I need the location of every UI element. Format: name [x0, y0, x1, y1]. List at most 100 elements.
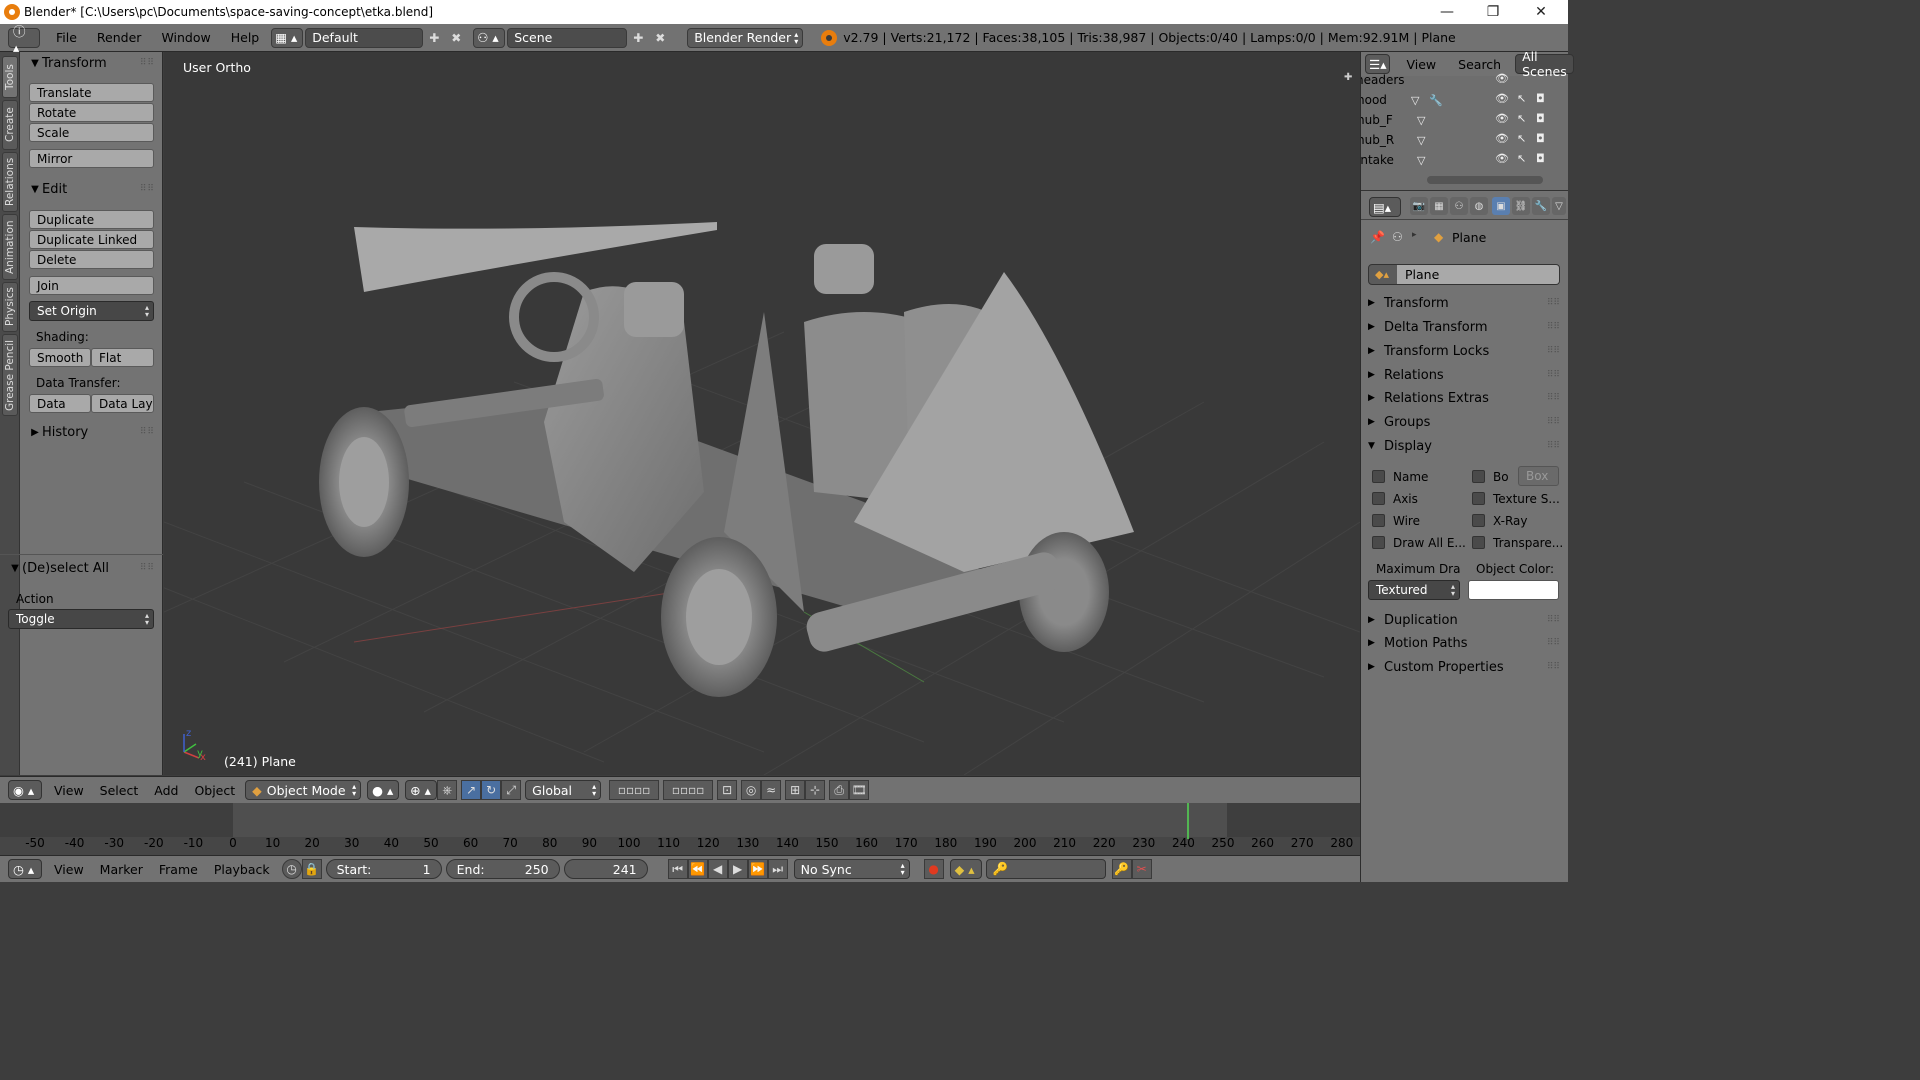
car-model[interactable]	[319, 222, 1134, 697]
menu-help[interactable]: Help	[221, 30, 270, 45]
drag-handle-icon[interactable]: ⠿⠿	[1547, 441, 1560, 451]
panel-transform-locks[interactable]: ▶ Transform Locks ⠿⠿	[1368, 340, 1562, 362]
modifiers-context-icon[interactable]: 🔧	[1532, 197, 1550, 215]
translate-button[interactable]: Translate	[29, 83, 154, 102]
operator-panel-header[interactable]: ▼ (De)select All ⠿⠿	[0, 557, 163, 579]
add-layout-icon[interactable]: ✚	[423, 28, 445, 48]
editor-type-3d-icon[interactable]: ◉ ▴	[8, 780, 42, 800]
menu-add[interactable]: Add	[146, 783, 186, 798]
tab-physics[interactable]: Physics	[2, 282, 18, 332]
viewport-canvas[interactable]: x y z	[164, 52, 1360, 775]
panel-edit-header[interactable]: ▼ Edit ⠿⠿	[20, 178, 163, 200]
remove-layout-icon[interactable]: ✖	[445, 28, 467, 48]
drag-handle-icon[interactable]: ⠿⠿	[1547, 322, 1560, 332]
render-context-icon[interactable]: 📷	[1410, 197, 1428, 215]
manipulator-toggle-icon[interactable]: ⎈	[437, 780, 458, 800]
display-name-checkbox[interactable]	[1372, 470, 1385, 483]
outliner-row[interactable]: headers	[1361, 70, 1561, 90]
play-icon[interactable]: ▶	[727, 859, 748, 879]
drag-handle-icon[interactable]: ⠿⠿	[1547, 370, 1560, 380]
menu-file[interactable]: File	[46, 30, 87, 45]
jump-end-icon[interactable]: ⏭	[767, 859, 788, 879]
panel-delta-transform[interactable]: ▶ Delta Transform ⠿⠿	[1368, 316, 1562, 338]
lock-camera-icon[interactable]: ⊡	[717, 780, 738, 800]
viewport-expand-icon[interactable]: ✚	[1344, 72, 1358, 86]
visibility-eye-icon[interactable]: 👁	[1495, 72, 1509, 85]
scale-manipulator-icon[interactable]: ⤢	[501, 780, 522, 800]
object-context-icon[interactable]: ▣	[1492, 197, 1510, 215]
maximum-draw-type-dropdown[interactable]: Textured ▴ ▾	[1368, 580, 1460, 600]
duplicate-linked-button[interactable]: Duplicate Linked	[29, 230, 154, 249]
jump-start-icon[interactable]: ⏮	[667, 859, 688, 879]
pivot-point-icon[interactable]: ⊕ ▴	[405, 780, 438, 800]
display-axis-checkbox[interactable]	[1372, 492, 1385, 505]
maximize-button[interactable]: ❐	[1470, 0, 1516, 24]
menu-window[interactable]: Window	[151, 30, 220, 45]
end-frame-field[interactable]: End: 250	[445, 859, 560, 879]
remove-scene-icon[interactable]: ✖	[649, 28, 671, 48]
opengl-anim-icon[interactable]: 🎞	[849, 780, 870, 800]
visibility-eye-icon[interactable]: 👁	[1495, 132, 1509, 145]
smooth-button[interactable]: Smooth	[29, 348, 91, 367]
visibility-eye-icon[interactable]: 👁	[1495, 92, 1509, 105]
drag-handle-icon[interactable]: ⠿⠿	[1547, 638, 1560, 648]
display-transparency-checkbox[interactable]	[1472, 536, 1485, 549]
drag-handle-icon[interactable]: ⠿⠿	[140, 184, 155, 194]
duplicate-button[interactable]: Duplicate	[29, 210, 154, 229]
proportional-edit-icon[interactable]: ◎	[741, 780, 762, 800]
preview-range-icon[interactable]: ◷	[281, 859, 302, 879]
screen-layout-field[interactable]: Default	[305, 27, 424, 48]
menu-frame[interactable]: Frame	[151, 862, 206, 877]
scale-button[interactable]: Scale	[29, 123, 154, 142]
close-window-button[interactable]: ✕	[1518, 0, 1564, 24]
screen-layout-icon[interactable]: ▦ ▴	[271, 27, 304, 48]
tab-relations[interactable]: Relations	[2, 152, 18, 212]
drag-handle-icon[interactable]: ⠿⠿	[1547, 662, 1560, 672]
bounds-type-dropdown[interactable]: Box	[1518, 466, 1559, 486]
menu-timeline-view[interactable]: View	[46, 862, 92, 877]
editor-type-info-icon[interactable]: ⓘ ▴	[8, 24, 40, 55]
render-layers-context-icon[interactable]: ▦	[1430, 197, 1448, 215]
join-button[interactable]: Join	[29, 276, 154, 295]
panel-history-header[interactable]: ▶ History ⠿⠿	[20, 421, 163, 443]
visibility-eye-icon[interactable]: 👁	[1495, 152, 1509, 165]
render-engine-dropdown[interactable]: Blender Render ▴ ▾	[687, 27, 804, 48]
drag-handle-icon[interactable]: ⠿⠿	[140, 58, 155, 68]
add-scene-icon[interactable]: ✚	[627, 28, 649, 48]
current-frame-field[interactable]: 241	[563, 859, 648, 879]
menu-view[interactable]: View	[46, 783, 92, 798]
panel-relations[interactable]: ▶ Relations ⠿⠿	[1368, 364, 1562, 386]
tab-grease-pencil[interactable]: Grease Pencil	[2, 334, 18, 416]
transform-orientation-dropdown[interactable]: Global ▴ ▾	[525, 780, 602, 800]
sync-mode-dropdown[interactable]: No Sync ▴ ▾	[793, 859, 910, 879]
display-bounds-checkbox[interactable]	[1472, 470, 1485, 483]
render-camera-icon[interactable]: ◘	[1536, 152, 1545, 165]
select-cursor-icon[interactable]: ↖	[1517, 92, 1526, 105]
outliner-row[interactable]: hub_R ▽	[1361, 130, 1561, 150]
delete-button[interactable]: Delete	[29, 250, 154, 269]
record-icon[interactable]: ●	[923, 859, 944, 879]
menu-object[interactable]: Object	[186, 783, 243, 798]
start-frame-field[interactable]: Start: 1	[325, 859, 442, 879]
render-camera-icon[interactable]: ◘	[1536, 132, 1545, 145]
render-camera-icon[interactable]: ◘	[1536, 92, 1545, 105]
panel-duplication[interactable]: ▶ Duplication ⠿⠿	[1368, 609, 1562, 631]
play-reverse-icon[interactable]: ◀	[707, 859, 728, 879]
panel-motion-paths[interactable]: ▶ Motion Paths ⠿⠿	[1368, 632, 1562, 654]
select-cursor-icon[interactable]: ↖	[1517, 112, 1526, 125]
panel-custom-properties[interactable]: ▶ Custom Properties ⠿⠿	[1368, 656, 1562, 678]
tab-animation[interactable]: Animation	[2, 214, 18, 280]
drag-handle-icon[interactable]: ⠿⠿	[1547, 417, 1560, 427]
interaction-mode-dropdown[interactable]: ◆ Object Mode ▴ ▾	[245, 780, 362, 800]
editor-type-properties-icon[interactable]: ▤▴	[1369, 197, 1401, 217]
data-layout-button[interactable]: Data Lay	[91, 394, 154, 413]
drag-handle-icon[interactable]: ⠿⠿	[1547, 393, 1560, 403]
snap-toggle-icon[interactable]: ⊞	[785, 780, 806, 800]
panel-relations-extras[interactable]: ▶ Relations Extras ⠿⠿	[1368, 387, 1562, 409]
opengl-render-icon[interactable]: ⎙	[829, 780, 850, 800]
world-context-icon[interactable]: ◍	[1470, 197, 1488, 215]
tab-tools[interactable]: Tools	[2, 56, 18, 98]
3d-viewport[interactable]: x y z	[164, 52, 1360, 775]
scene-context-icon[interactable]: ⚇	[1450, 197, 1468, 215]
display-texture-space-checkbox[interactable]	[1472, 492, 1485, 505]
